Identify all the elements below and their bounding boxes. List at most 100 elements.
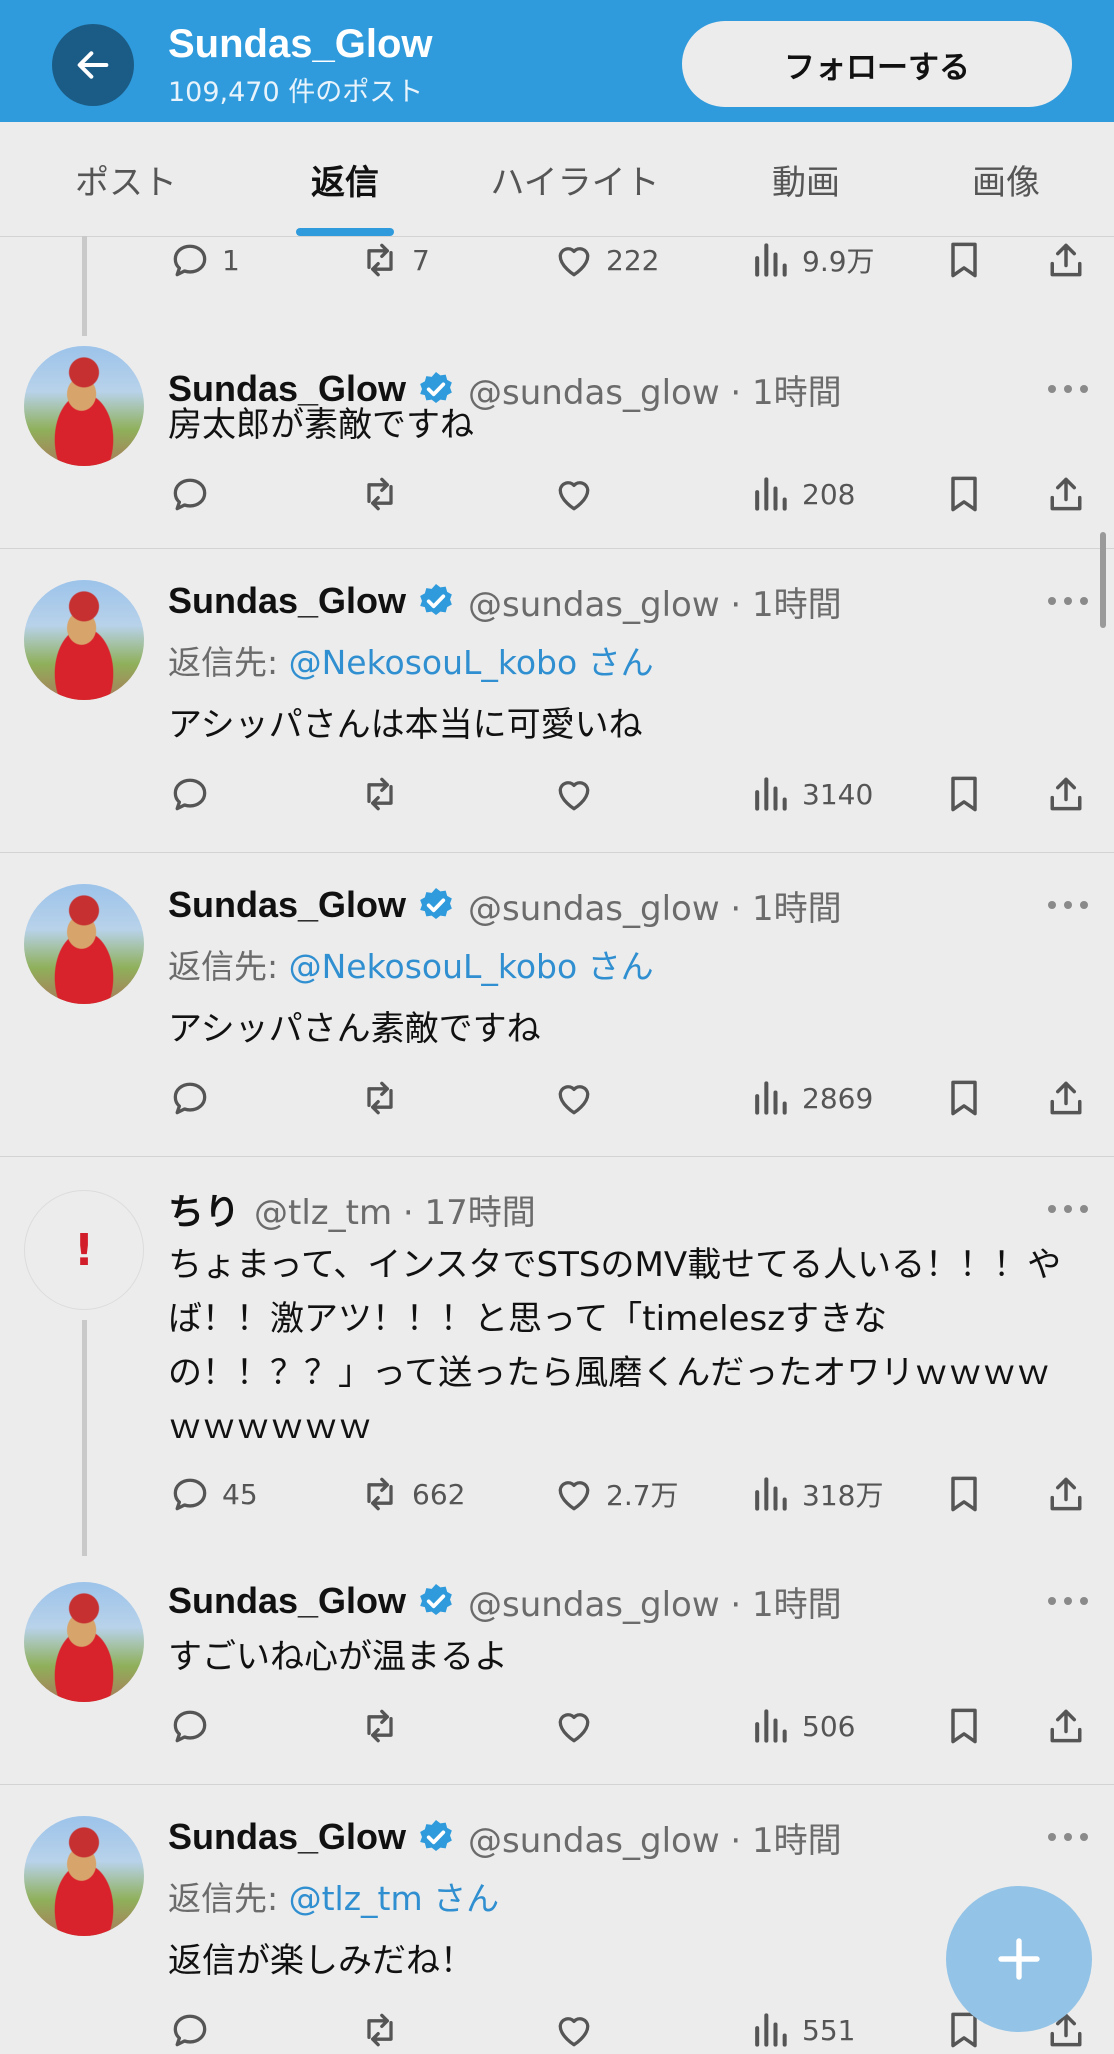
- bookmark-icon: [942, 1704, 986, 1748]
- repost-button[interactable]: [358, 2006, 402, 2054]
- post-item[interactable]: Sundas_Glow @sundas_glow · 1時間 返信先: @Nek…: [0, 548, 1114, 853]
- like-button[interactable]: [552, 470, 596, 518]
- author-name[interactable]: Sundas_Glow: [168, 884, 406, 926]
- post-item[interactable]: Sundas_Glow @sundas_glow · 1時間 房太郎が素敵ですね…: [0, 306, 1114, 549]
- share-upload-icon: [1044, 1704, 1088, 1748]
- avatar[interactable]: [24, 580, 144, 700]
- back-button[interactable]: [52, 24, 134, 106]
- author-name[interactable]: Sundas_Glow: [168, 580, 406, 622]
- avatar[interactable]: [24, 1816, 144, 1936]
- repost-button[interactable]: 7: [358, 236, 430, 284]
- repost-arrows-icon: [358, 1076, 402, 1120]
- views-button[interactable]: 2869: [748, 1074, 873, 1122]
- bookmark-button[interactable]: [942, 236, 986, 284]
- heart-icon: [552, 1704, 596, 1748]
- bookmark-button[interactable]: [942, 1074, 986, 1122]
- share-button[interactable]: [1044, 236, 1088, 284]
- bookmark-button[interactable]: [942, 470, 986, 518]
- author-handle: @tlz_tm · 17時間: [254, 1192, 536, 1233]
- tab-replies[interactable]: 返信: [262, 122, 428, 236]
- like-button[interactable]: [552, 2006, 596, 2054]
- views-button[interactable]: 3140: [748, 770, 873, 818]
- like-button[interactable]: [552, 770, 596, 818]
- share-button[interactable]: [1044, 470, 1088, 518]
- more-options-icon[interactable]: [1048, 898, 1088, 912]
- author-name[interactable]: Sundas_Glow: [168, 1816, 406, 1858]
- repost-button[interactable]: [358, 470, 402, 518]
- share-button[interactable]: [1044, 1470, 1088, 1518]
- post-item[interactable]: ! ちり @tlz_tm · 17時間 ちょまって、インスタでSTSのMV載せて…: [0, 1156, 1114, 1556]
- reply-button[interactable]: 1: [168, 236, 240, 284]
- repost-arrows-icon: [358, 238, 402, 282]
- like-button[interactable]: 2.7万: [552, 1470, 679, 1518]
- more-options-icon[interactable]: [1048, 1830, 1088, 1844]
- mention-link[interactable]: @tlz_tm: [289, 1879, 423, 1918]
- share-button[interactable]: [1044, 1074, 1088, 1122]
- compose-button[interactable]: [946, 1886, 1092, 2032]
- tab-images[interactable]: 画像: [920, 122, 1092, 236]
- post-item[interactable]: Sundas_Glow @sundas_glow · 1時間 すごいね心が温まる…: [0, 1556, 1114, 1785]
- views-button[interactable]: 318万: [748, 1470, 883, 1518]
- post-item[interactable]: Sundas_Glow @sundas_glow · 1時間 返信先: @tlz…: [0, 1784, 1114, 2048]
- more-options-icon[interactable]: [1048, 1594, 1088, 1608]
- comment-bubble-icon: [168, 1472, 212, 1516]
- post-text: ちょまって、インスタでSTSのMV載せてる人いる！！！やば！！激アツ！！！と思っ…: [168, 1245, 1062, 1447]
- author-name[interactable]: Sundas_Glow: [168, 1580, 406, 1622]
- post-actions: 208: [168, 470, 1088, 518]
- follow-button[interactable]: フォローする: [682, 21, 1072, 107]
- reply-button[interactable]: [168, 1074, 212, 1122]
- bookmark-button[interactable]: [942, 1470, 986, 1518]
- heart-icon: [552, 472, 596, 516]
- bookmark-button[interactable]: [942, 770, 986, 818]
- avatar[interactable]: [24, 884, 144, 1004]
- reply-button[interactable]: [168, 470, 212, 518]
- bar-chart-icon: [748, 2008, 792, 2052]
- comment-bubble-icon: [168, 1076, 212, 1120]
- thread-line: [82, 1320, 87, 1556]
- views-count: 506: [802, 1709, 856, 1743]
- views-button[interactable]: 208: [748, 470, 855, 518]
- reply-count: 1: [222, 243, 240, 277]
- verified-badge-icon: [416, 1817, 456, 1857]
- mention-link[interactable]: @NekosouL_kobo: [289, 643, 578, 682]
- repost-arrows-icon: [358, 1704, 402, 1748]
- like-count: 2.7万: [606, 1479, 679, 1512]
- avatar[interactable]: !: [24, 1190, 144, 1310]
- reply-suffix: さん: [577, 643, 654, 682]
- share-button[interactable]: [1044, 770, 1088, 818]
- views-button[interactable]: 9.9万: [748, 236, 875, 284]
- bookmark-icon: [942, 1076, 986, 1120]
- repost-button[interactable]: [358, 770, 402, 818]
- repost-button[interactable]: [358, 1702, 402, 1750]
- tab-highlights[interactable]: ハイライト: [470, 122, 680, 236]
- like-button[interactable]: [552, 1074, 596, 1122]
- avatar[interactable]: [24, 1582, 144, 1702]
- reply-context: 返信先: @NekosouL_kobo さん: [168, 940, 654, 988]
- more-options-icon[interactable]: [1048, 382, 1088, 396]
- views-count: 3140: [802, 777, 874, 811]
- repost-button[interactable]: 662: [358, 1470, 465, 1518]
- reply-button[interactable]: [168, 1702, 212, 1750]
- reply-button[interactable]: [168, 770, 212, 818]
- heart-icon: [552, 1076, 596, 1120]
- author-handle: @sundas_glow · 1時間: [468, 888, 842, 929]
- mention-link[interactable]: @NekosouL_kobo: [289, 947, 578, 986]
- reply-button[interactable]: [168, 2006, 212, 2054]
- scrollbar[interactable]: [1100, 532, 1106, 628]
- views-button[interactable]: 551: [748, 2006, 855, 2054]
- views-button[interactable]: 506: [748, 1702, 855, 1750]
- more-options-icon[interactable]: [1048, 594, 1088, 608]
- like-button[interactable]: 222: [552, 236, 659, 284]
- reply-button[interactable]: 45: [168, 1470, 258, 1518]
- repost-button[interactable]: [358, 1074, 402, 1122]
- bookmark-button[interactable]: [942, 1702, 986, 1750]
- avatar[interactable]: [24, 346, 144, 466]
- post-item[interactable]: Sundas_Glow @sundas_glow · 1時間 返信先: @Nek…: [0, 852, 1114, 1157]
- tab-posts[interactable]: ポスト: [40, 122, 212, 236]
- more-options-icon[interactable]: [1048, 1202, 1088, 1216]
- share-button[interactable]: [1044, 1702, 1088, 1750]
- tab-videos[interactable]: 動画: [720, 122, 892, 236]
- author-name[interactable]: ちり: [168, 1183, 240, 1235]
- like-button[interactable]: [552, 1702, 596, 1750]
- bar-chart-icon: [748, 1076, 792, 1120]
